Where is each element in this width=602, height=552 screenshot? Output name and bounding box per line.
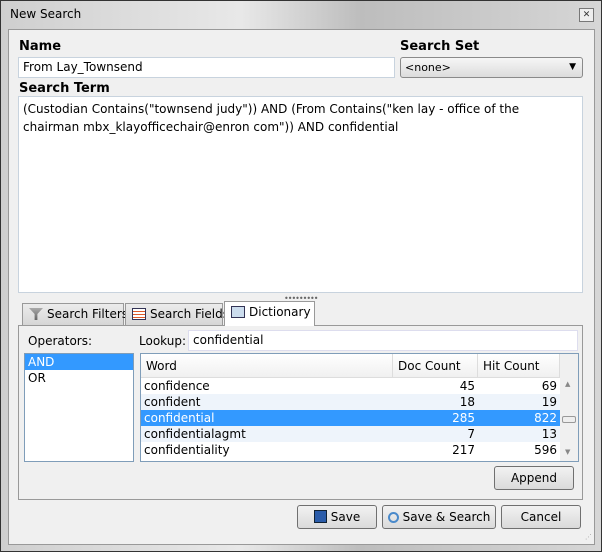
save-button[interactable]: Save <box>297 505 377 529</box>
book-icon <box>231 306 245 318</box>
window-title: New Search <box>10 7 82 21</box>
scroll-up-icon[interactable]: ▲ <box>565 380 570 388</box>
search-term-input[interactable]: (Custodian Contains("townsend judy")) AN… <box>18 96 583 293</box>
save-and-search-button[interactable]: Save & Search <box>382 505 496 529</box>
table-row[interactable]: confidentiality 217 596 <box>141 442 560 458</box>
append-button[interactable]: Append <box>494 466 574 490</box>
word-cell: confident <box>144 395 201 409</box>
funnel-icon <box>29 308 43 320</box>
close-icon[interactable]: ✕ <box>579 8 594 22</box>
table-row[interactable]: confident 18 19 <box>141 394 560 410</box>
column-hit-count[interactable]: Hit Count <box>478 354 560 377</box>
tab-search-filters[interactable]: Search Filters <box>22 303 128 325</box>
word-cell: confidence <box>144 379 210 393</box>
tab-search-fields[interactable]: Search Fields <box>125 303 229 325</box>
magnifier-icon <box>387 512 399 523</box>
grid-header: Word Doc Count Hit Count <box>141 354 560 378</box>
column-word[interactable]: Word <box>141 354 393 377</box>
search-term-label: Search Term <box>19 81 110 96</box>
grid-scrollbar[interactable]: ▲ ▼ <box>560 354 578 461</box>
operators-list[interactable]: AND OR <box>24 353 134 462</box>
operator-and[interactable]: AND <box>25 354 133 370</box>
name-input[interactable]: From Lay_Townsend <box>18 57 395 78</box>
search-set-label: Search Set <box>400 39 480 54</box>
lookup-label: Lookup: <box>139 334 187 348</box>
chevron-down-icon: ▼ <box>569 62 576 72</box>
search-set-value: <none> <box>405 61 451 74</box>
table-row[interactable]: confidentialagmt 7 13 <box>141 426 560 442</box>
doc-count-cell: 45 <box>459 379 475 393</box>
fields-icon <box>132 308 146 320</box>
column-doc-count[interactable]: Doc Count <box>393 354 478 377</box>
word-grid: Word Doc Count Hit Count confidence 45 69 c… <box>140 353 579 462</box>
search-set-select[interactable]: <none> ▼ <box>400 57 583 78</box>
hit-count-cell: 69 <box>541 379 557 393</box>
cancel-button[interactable]: Cancel <box>501 505 581 529</box>
tab-dictionary[interactable]: Dictionary <box>224 301 315 326</box>
doc-count-cell: 285 <box>452 411 475 425</box>
doc-count-cell: 7 <box>467 427 475 441</box>
hit-count-cell: 19 <box>541 395 557 409</box>
table-row[interactable]: confidence 45 69 <box>141 378 560 394</box>
table-row[interactable]: confidential 285 822 <box>141 410 560 426</box>
operators-label: Operators: <box>28 334 93 348</box>
word-cell: confidentiality <box>144 443 230 457</box>
lookup-input[interactable]: confidential <box>188 330 578 351</box>
scroll-thumb[interactable] <box>562 416 576 423</box>
hit-count-cell: 596 <box>534 443 557 457</box>
scroll-down-icon[interactable]: ▼ <box>565 448 570 456</box>
name-label: Name <box>19 39 62 54</box>
hit-count-cell: 822 <box>534 411 557 425</box>
floppy-disk-icon <box>313 510 327 523</box>
hit-count-cell: 13 <box>541 427 557 441</box>
word-cell: confidentialagmt <box>144 427 246 441</box>
word-cell: confidential <box>144 411 215 425</box>
resize-grip-icon[interactable]: ⋰ <box>585 533 592 541</box>
operator-or[interactable]: OR <box>25 370 133 386</box>
doc-count-cell: 217 <box>452 443 475 457</box>
doc-count-cell: 18 <box>459 395 475 409</box>
